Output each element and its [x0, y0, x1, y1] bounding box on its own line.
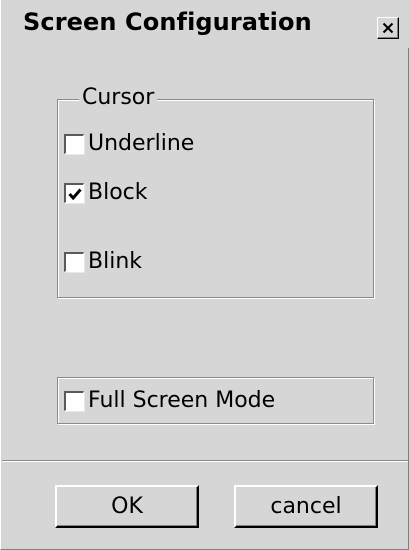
button-separator — [2, 460, 408, 462]
checkmark-icon — [68, 188, 82, 201]
underline-checkbox-row[interactable]: Underline — [64, 132, 194, 156]
blink-checkbox[interactable] — [64, 252, 84, 272]
underline-label: Underline — [88, 131, 195, 156]
block-label: Block — [88, 180, 148, 205]
underline-checkbox[interactable] — [64, 134, 84, 154]
close-button[interactable] — [377, 17, 399, 39]
block-checkbox-row[interactable]: Block — [64, 181, 148, 205]
blink-checkbox-row[interactable]: Blink — [64, 250, 142, 274]
ok-button[interactable]: OK — [55, 485, 199, 528]
full-screen-mode-checkbox-row[interactable]: Full Screen Mode — [64, 389, 275, 413]
blink-label: Blink — [88, 249, 143, 274]
cursor-group-legend: Cursor — [79, 86, 158, 110]
window-title: Screen Configuration — [23, 8, 312, 36]
full-screen-mode-checkbox[interactable] — [64, 391, 84, 411]
cancel-button[interactable]: cancel — [234, 485, 378, 528]
close-x-icon — [382, 22, 394, 34]
title-bar[interactable]: Screen Configuration — [1, 0, 409, 48]
screen-configuration-dialog: Screen Configuration Cursor Underline Bl… — [0, 0, 409, 550]
full-screen-mode-label: Full Screen Mode — [88, 388, 276, 413]
block-checkbox[interactable] — [64, 183, 84, 203]
